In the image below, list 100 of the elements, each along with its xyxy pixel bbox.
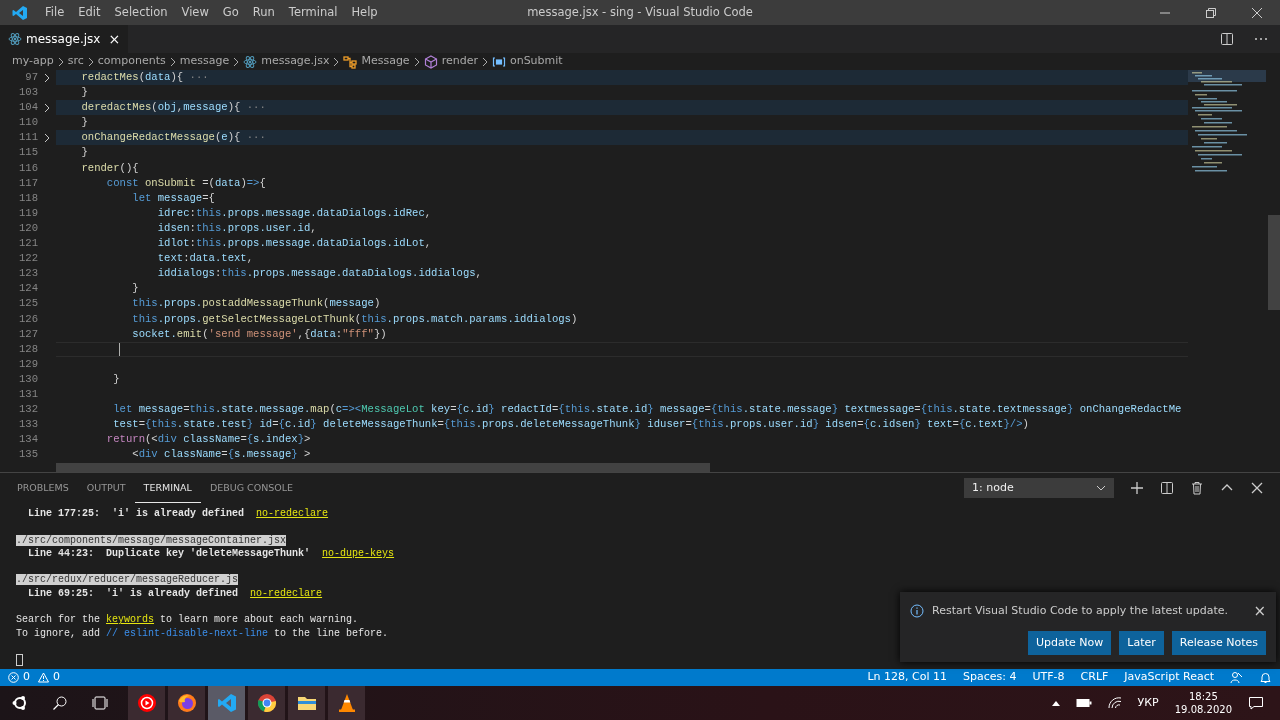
window-title: message.jsx - sing - Visual Studio Code (527, 3, 753, 21)
breadcrumb-item[interactable]: components (97, 53, 166, 70)
plus-icon[interactable] (1130, 481, 1144, 495)
close-icon[interactable] (1251, 6, 1263, 19)
restore-icon[interactable] (1205, 6, 1217, 19)
line-number: 130 (17, 371, 38, 387)
taskbar-button[interactable] (168, 686, 205, 720)
cube-icon (423, 54, 438, 69)
start-icon[interactable] (12, 695, 28, 711)
taskbar-button[interactable] (288, 686, 325, 720)
menu-item[interactable]: Go (215, 3, 246, 22)
feedback-icon[interactable] (1230, 671, 1243, 684)
notification-message: Restart Visual Studio Code to apply the latest update. (932, 603, 1229, 619)
terminal-link[interactable]: no-dupe-keys (322, 547, 395, 559)
terminal-select[interactable]: 1: node (964, 478, 1114, 498)
tab-close-button[interactable]: × (108, 28, 121, 50)
terminal-text: Line 44:23: Duplicate key 'deleteMessageThunk' (27, 547, 312, 559)
terminal-text: Line 177:25: 'i' is already defined (27, 508, 246, 519)
terminal-link[interactable]: no-redeclare (250, 587, 323, 599)
status-item[interactable]: Ln 128, Col 11 (867, 669, 948, 686)
problem-count[interactable]: 0 (23, 669, 30, 686)
line-number: 115 (17, 145, 38, 161)
notification-button[interactable]: Update Now (1027, 630, 1112, 655)
bell-icon[interactable] (1259, 671, 1272, 684)
line-number: 127 (17, 326, 38, 342)
search-icon[interactable] (52, 695, 68, 711)
status-item[interactable]: CRLF (1080, 669, 1109, 686)
chevron-right-icon (56, 56, 65, 67)
line-number: 116 (17, 160, 38, 176)
taskbar-button[interactable] (128, 686, 165, 720)
chevron-down-icon (1096, 485, 1106, 491)
terminal-link[interactable]: no-redeclare (256, 508, 329, 519)
breadcrumb-item[interactable]: my-app (12, 53, 54, 70)
line-number: 123 (17, 266, 38, 282)
close-button[interactable]: × (1253, 600, 1266, 623)
panel-tab[interactable]: OUTPUT (77, 473, 135, 503)
code-line: } (112, 371, 121, 387)
menu-item[interactable]: View (174, 3, 216, 22)
breadcrumb-item[interactable]: render (423, 53, 478, 70)
task-view-icon[interactable] (92, 695, 108, 711)
split-editor-icon[interactable] (1220, 32, 1234, 46)
code-line: text:data.text, (156, 251, 255, 267)
clock-time[interactable]: 18:25 (1174, 690, 1232, 703)
panel-tab[interactable]: PROBLEMS (8, 473, 78, 503)
taskbar-button[interactable] (248, 686, 285, 720)
file-path: ./src/redux/reducer/messageReducer.js (16, 574, 239, 586)
wifi-icon[interactable] (1107, 697, 1122, 709)
status-item[interactable]: UTF-8 (1032, 669, 1065, 686)
notification-button[interactable]: Release Notes (1171, 630, 1266, 655)
chevron-right-icon[interactable] (43, 132, 51, 143)
battery-icon[interactable] (1075, 698, 1092, 708)
notification-button[interactable]: Later (1119, 630, 1164, 655)
chevron-right-icon[interactable] (43, 102, 51, 113)
code-line: let message={ (131, 190, 216, 206)
status-item[interactable]: Spaces: 4 (963, 669, 1017, 686)
menu-item[interactable]: Help (344, 3, 385, 22)
menu-item[interactable]: Edit (71, 3, 108, 22)
line-number: 103 (17, 85, 38, 101)
breadcrumb-item[interactable]: message (179, 53, 230, 70)
line-number: 121 (17, 236, 38, 252)
breadcrumb-item[interactable]: src (67, 53, 84, 70)
code-line: idrec:this.props.message.dataDialogs.idRec, (156, 205, 433, 221)
terminal-link[interactable]: keywords (106, 614, 155, 626)
ribbon-logo-icon (216, 693, 237, 713)
code-line: iddialogs:this.props.message.dataDialogs.iddialogs, (156, 266, 483, 282)
scrollbar-thumb[interactable] (1268, 215, 1280, 310)
minimap-drawing[interactable] (1188, 70, 1266, 174)
menu-item[interactable]: Terminal (281, 3, 345, 22)
error-icon[interactable] (8, 672, 19, 683)
line-number: 134 (17, 432, 38, 448)
breadcrumb-item[interactable]: onSubmit (491, 53, 563, 70)
caret-up-icon[interactable] (1051, 700, 1060, 706)
clock-date[interactable]: 19.08.2020 (1174, 703, 1232, 716)
panel-tab[interactable]: DEBUG CONSOLE (200, 473, 303, 503)
code-line: idsen:this.props.user.id, (156, 220, 318, 236)
breadcrumb-item[interactable]: message.jsx (243, 53, 330, 70)
menu-item[interactable]: Selection (107, 3, 175, 22)
problem-count[interactable]: 0 (53, 669, 60, 686)
menu-item[interactable]: Run (245, 3, 282, 22)
status-item[interactable]: JavaScript React (1124, 669, 1214, 686)
horizontal-scrollbar-thumb[interactable] (56, 463, 710, 472)
line-number: 132 (17, 402, 38, 418)
split-terminal-icon[interactable] (1160, 481, 1174, 495)
chevron-right-icon[interactable] (43, 72, 51, 83)
panel-tab[interactable]: TERMINAL (134, 473, 201, 503)
notification-center-icon[interactable] (1248, 695, 1264, 711)
code-line: } (80, 145, 89, 161)
trash-icon[interactable] (1190, 481, 1204, 495)
line-number: 124 (17, 281, 38, 297)
language-indicator[interactable]: УКР (1137, 694, 1159, 712)
line-number: 122 (17, 251, 38, 267)
close-icon[interactable] (1250, 481, 1264, 495)
menu-item[interactable]: File (38, 3, 72, 22)
editor-tab[interactable]: message.jsx × (0, 25, 129, 53)
line-number: 135 (17, 447, 38, 463)
taskbar-button[interactable] (328, 686, 365, 720)
breadcrumb-item[interactable]: Message (343, 53, 410, 70)
react-file-icon (8, 32, 22, 46)
code-line: return(<div className={s.index}> (105, 432, 312, 448)
warning-icon[interactable] (38, 672, 49, 683)
